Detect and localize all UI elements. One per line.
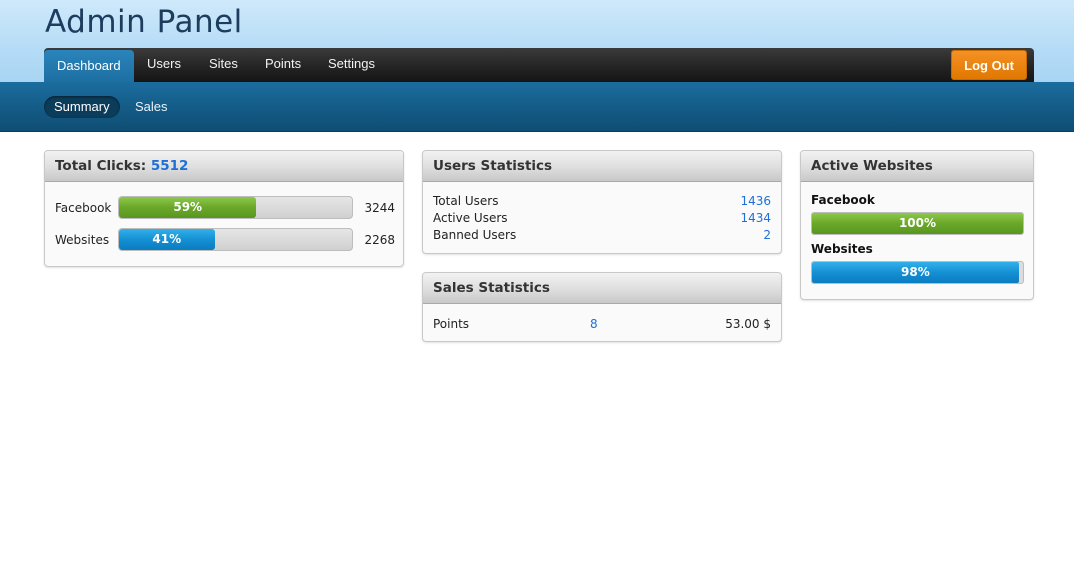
users-statistics-panel: Users Statistics Total Users 1436 Active… xyxy=(422,150,782,254)
tab-sites[interactable]: Sites xyxy=(196,48,251,82)
clicks-row-label: Websites xyxy=(55,233,110,247)
clicks-row-label: Facebook xyxy=(55,201,112,215)
clicks-row-facebook: Facebook 59% 3244 xyxy=(55,196,395,220)
stat-value-link[interactable]: 1434 xyxy=(740,211,771,225)
active-site-label: Websites xyxy=(811,242,873,256)
sub-nav: Summary Sales xyxy=(0,82,1074,132)
active-websites-header: Active Websites xyxy=(801,151,1033,182)
clicks-row-websites: Websites 41% 2268 xyxy=(55,228,395,252)
clicks-row-count: 2268 xyxy=(364,233,395,247)
tab-users[interactable]: Users xyxy=(134,48,194,82)
total-clicks-header: Total Clicks: 5512 xyxy=(45,151,403,182)
active-site-progress-fill: 98% xyxy=(812,262,1019,283)
sales-row-points: Points 8 53.00 $ xyxy=(433,317,771,334)
total-clicks-value: 5512 xyxy=(150,158,189,174)
clicks-progress-fill: 41% xyxy=(119,229,215,250)
sales-amount: 53.00 $ xyxy=(725,317,771,331)
stat-value-link[interactable]: 1436 xyxy=(740,194,771,208)
subnav-sales[interactable]: Sales xyxy=(125,96,178,118)
stat-row-active-users: Active Users 1434 xyxy=(433,211,771,228)
stat-label: Total Users xyxy=(433,194,499,208)
stat-label: Active Users xyxy=(433,211,508,225)
active-site-label: Facebook xyxy=(811,193,875,207)
sales-count-link[interactable]: 8 xyxy=(590,317,598,331)
stat-row-total-users: Total Users 1436 xyxy=(433,194,771,211)
active-websites-panel: Active Websites Facebook 100% Websites 9… xyxy=(800,150,1034,300)
active-site-progress-track: 100% xyxy=(811,212,1024,235)
clicks-progress-fill: 59% xyxy=(119,197,257,218)
total-clicks-panel: Total Clicks: 5512 Facebook 59% 3244 Web… xyxy=(44,150,404,267)
tab-settings[interactable]: Settings xyxy=(315,48,388,82)
tab-points[interactable]: Points xyxy=(252,48,314,82)
clicks-progress-track: 41% xyxy=(118,228,353,251)
stat-row-banned-users: Banned Users 2 xyxy=(433,228,771,245)
clicks-row-count: 3244 xyxy=(364,201,395,215)
users-statistics-header: Users Statistics xyxy=(423,151,781,182)
active-site-progress-fill: 100% xyxy=(812,213,1023,234)
sales-statistics-panel: Sales Statistics Points 8 53.00 $ xyxy=(422,272,782,342)
sales-statistics-header: Sales Statistics xyxy=(423,273,781,304)
sales-label: Points xyxy=(433,317,470,331)
active-site-progress-track: 98% xyxy=(811,261,1024,284)
logout-button[interactable]: Log Out xyxy=(951,50,1027,80)
top-nav: Dashboard Users Sites Points Settings Lo… xyxy=(44,48,1034,82)
tab-dashboard[interactable]: Dashboard xyxy=(44,50,134,82)
stat-label: Banned Users xyxy=(433,228,517,242)
total-clicks-title: Total Clicks: xyxy=(55,158,147,174)
stat-value-link[interactable]: 2 xyxy=(763,228,771,242)
app-title: Admin Panel xyxy=(45,4,243,40)
subnav-summary[interactable]: Summary xyxy=(44,96,120,118)
clicks-progress-track: 59% xyxy=(118,196,353,219)
header: Admin Panel Dashboard Users Sites Points… xyxy=(0,0,1074,82)
